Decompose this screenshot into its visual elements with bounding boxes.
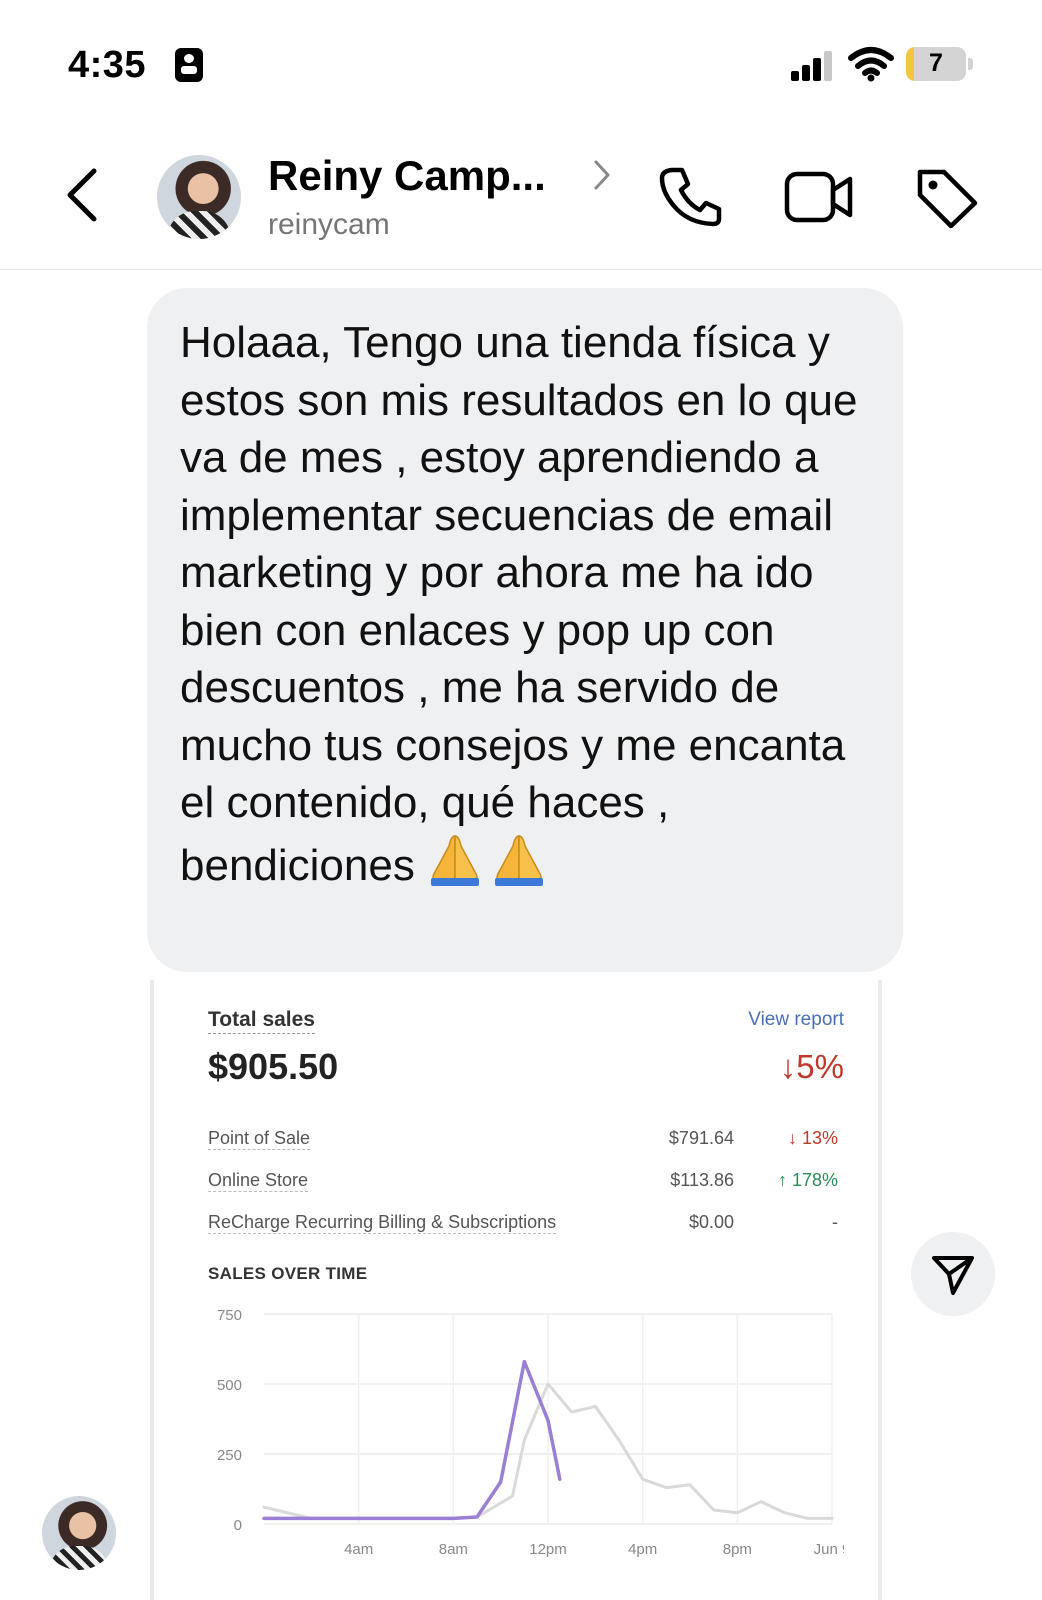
total-sales-change: ↓5% (779, 1048, 844, 1085)
message-body: Holaaa, Tengo una tienda física y estos … (180, 318, 858, 890)
sales-report: Total sales View report $905.50 ↓5% Poin… (204, 980, 844, 1600)
y-tick-label: 0 (234, 1517, 242, 1534)
chat-header: Reiny Camp... reinycam (0, 130, 1042, 270)
y-tick-label: 500 (217, 1377, 242, 1394)
view-report-link: View report (748, 1009, 844, 1030)
chevron-right-icon[interactable] (592, 158, 612, 197)
battery-level: 7 (929, 49, 943, 77)
video-camera-icon[interactable] (784, 170, 854, 231)
phone-icon[interactable] (658, 166, 722, 233)
shared-image[interactable]: Total sales View report $905.50 ↓5% Poin… (150, 980, 882, 1600)
battery-tip (968, 58, 973, 70)
status-time: 4:35 (68, 44, 147, 86)
sales-over-time-chart: 750 500 250 0 4am 8am 12pm 4pm 8pm Jun 9 (217, 1307, 844, 1558)
sales-row-value: $113.86 (670, 1170, 734, 1190)
total-sales-title: Total sales (208, 1008, 315, 1034)
sales-row-value: $0.00 (688, 1212, 734, 1232)
sales-row: Online Store $113.86 ↑ 178% (208, 1170, 838, 1194)
sales-row-name: ReCharge Recurring Billing & Subscriptio… (208, 1212, 557, 1234)
praying-hands-emoji (427, 832, 553, 901)
x-tick-label: 12pm (529, 1541, 567, 1558)
x-tick-label: 8pm (723, 1541, 752, 1558)
x-tick-label: 4pm (628, 1541, 657, 1558)
contact-handle[interactable]: reinycam (268, 208, 390, 242)
wifi-icon (848, 46, 894, 87)
back-icon[interactable] (62, 165, 102, 230)
sales-row-name: Point of Sale (208, 1128, 311, 1150)
contact-name[interactable]: Reiny Camp... (268, 152, 546, 200)
tag-icon[interactable] (914, 166, 980, 233)
sales-row-value: $791.64 (668, 1128, 734, 1148)
message-text: Holaaa, Tengo una tienda física y estos … (180, 314, 880, 900)
sales-row-name: Online Store (208, 1170, 309, 1192)
status-bar: 4:35 7 (0, 0, 1042, 120)
cellular-signal-icon (791, 51, 833, 81)
total-sales-value: $905.50 (208, 1046, 339, 1087)
contact-card-icon (175, 48, 203, 82)
sales-row-change: ↑ 178% (777, 1170, 838, 1190)
y-tick-label: 750 (217, 1307, 242, 1324)
sales-row-change: - (832, 1212, 838, 1232)
sales-row: ReCharge Recurring Billing & Subscriptio… (208, 1212, 838, 1236)
contact-avatar[interactable] (157, 155, 241, 239)
x-tick-label: 8am (439, 1541, 468, 1558)
series-line-current (262, 1359, 562, 1521)
share-button[interactable] (911, 1232, 995, 1316)
battery-icon: 7 (906, 47, 966, 81)
x-tick-label: Jun 9 (814, 1541, 844, 1558)
sender-avatar[interactable] (42, 1496, 116, 1570)
sales-row: Point of Sale $791.64 ↓ 13% (208, 1128, 838, 1152)
y-tick-label: 250 (217, 1447, 242, 1464)
x-tick-label: 4am (344, 1541, 373, 1558)
sales-row-change: ↓ 13% (787, 1128, 838, 1148)
